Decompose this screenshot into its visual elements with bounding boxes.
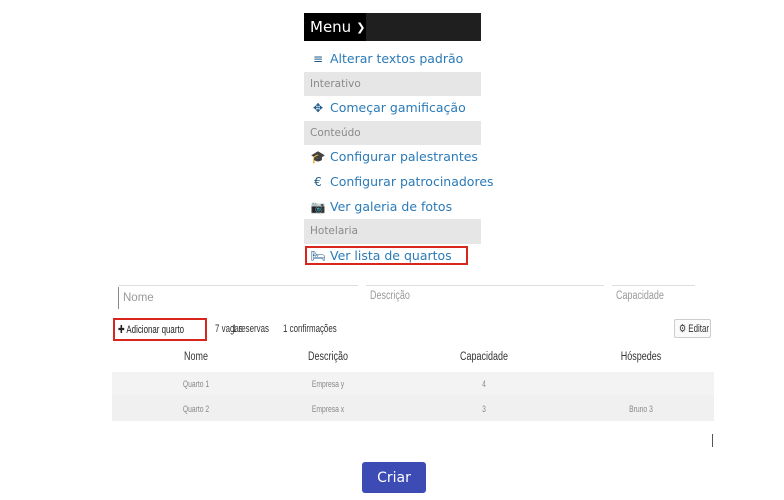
cell-description: Empresa y (311, 379, 345, 389)
menu-section-header: Hotelaria (304, 219, 481, 244)
menu-item[interactable]: ≡ Alterar textos padrão (304, 47, 481, 72)
menu-item-label: Configurar palestrantes (330, 149, 478, 165)
create-button[interactable]: Criar (362, 462, 426, 493)
rooms-table: Nome Descrição Capacidade Hóspedes Quart… (112, 344, 714, 424)
reservations-count: 1 reservas (232, 323, 269, 335)
name-input[interactable] (118, 287, 367, 309)
crosshair-icon: ✥ (312, 101, 324, 116)
header-guests: Hóspedes (620, 351, 662, 363)
table-row[interactable]: Quarto 1 Empresa y 4 (112, 372, 714, 395)
menu-section-header: Interativo (304, 71, 481, 97)
menu-button[interactable]: Menu ❯ (304, 13, 366, 41)
menu-item-label: Configurar patrocinadores (330, 173, 494, 189)
menu-label: Menu (310, 18, 352, 36)
header-description: Descrição (308, 351, 348, 363)
capacity-underline (612, 285, 695, 286)
header-capacity: Capacidade (460, 351, 508, 363)
capacity-field[interactable]: Capacidade (616, 290, 664, 302)
add-room-label: ✚ Adicionar quarto (118, 324, 185, 336)
chevron-down-icon: ❯ (356, 21, 366, 34)
menu-item-label: Ver galeria de fotos (330, 198, 453, 214)
edit-label: ⚙ Editar (679, 323, 709, 335)
menu-item-label: Ver lista de quartos (330, 247, 452, 263)
cell-description: Empresa x (311, 404, 345, 414)
description-underline (366, 285, 604, 286)
menu-item[interactable]: 📷 Ver galeria de fotos (304, 195, 481, 220)
name-underline (118, 285, 358, 286)
camera-icon: 📷 (310, 199, 326, 214)
cell-guests: Bruno 3 (629, 404, 653, 414)
add-room-button[interactable]: ✚ Adicionar quarto (113, 318, 207, 341)
align-left-icon: ≡ (312, 52, 324, 66)
menu-item[interactable]: ✥ Começar gamificação (304, 96, 481, 121)
table-row[interactable]: Quarto 2 Empresa x 3 Bruno 3 (112, 395, 714, 421)
cell-capacity: 3 (482, 404, 486, 414)
menu-item[interactable]: € Configurar patrocinadores (304, 170, 493, 195)
header-name: Nome (184, 351, 208, 363)
cell-name: Quarto 1 (182, 379, 210, 389)
edit-button[interactable]: ⚙ Editar (674, 319, 711, 338)
cell-capacity: 4 (482, 379, 486, 389)
cell-name: Quarto 2 (182, 404, 210, 414)
table-header-row: Nome Descrição Capacidade Hóspedes (112, 344, 714, 371)
menu-item-label: Alterar textos padrão (330, 51, 464, 66)
menu-bar: Menu ❯ (304, 13, 481, 41)
text-cursor (712, 434, 713, 447)
menu-item-label: Começar gamificação (330, 100, 466, 116)
menu-item[interactable]: 🛏 Ver lista de quartos (304, 244, 481, 269)
description-field[interactable]: Descrição (370, 290, 410, 302)
bed-icon: 🛏 (310, 248, 326, 263)
menu-dropdown: ≡ Alterar textos padrão Interativo ✥ Começar… (304, 47, 494, 269)
confirmations-count: 1 confirmações (283, 323, 337, 335)
menu-section-header: Conteúdo (304, 120, 481, 146)
graduation-cap-icon: 🎓 (310, 150, 326, 165)
menu-item[interactable]: 🎓 Configurar palestrantes (304, 145, 481, 170)
euro-icon: € (314, 174, 322, 189)
